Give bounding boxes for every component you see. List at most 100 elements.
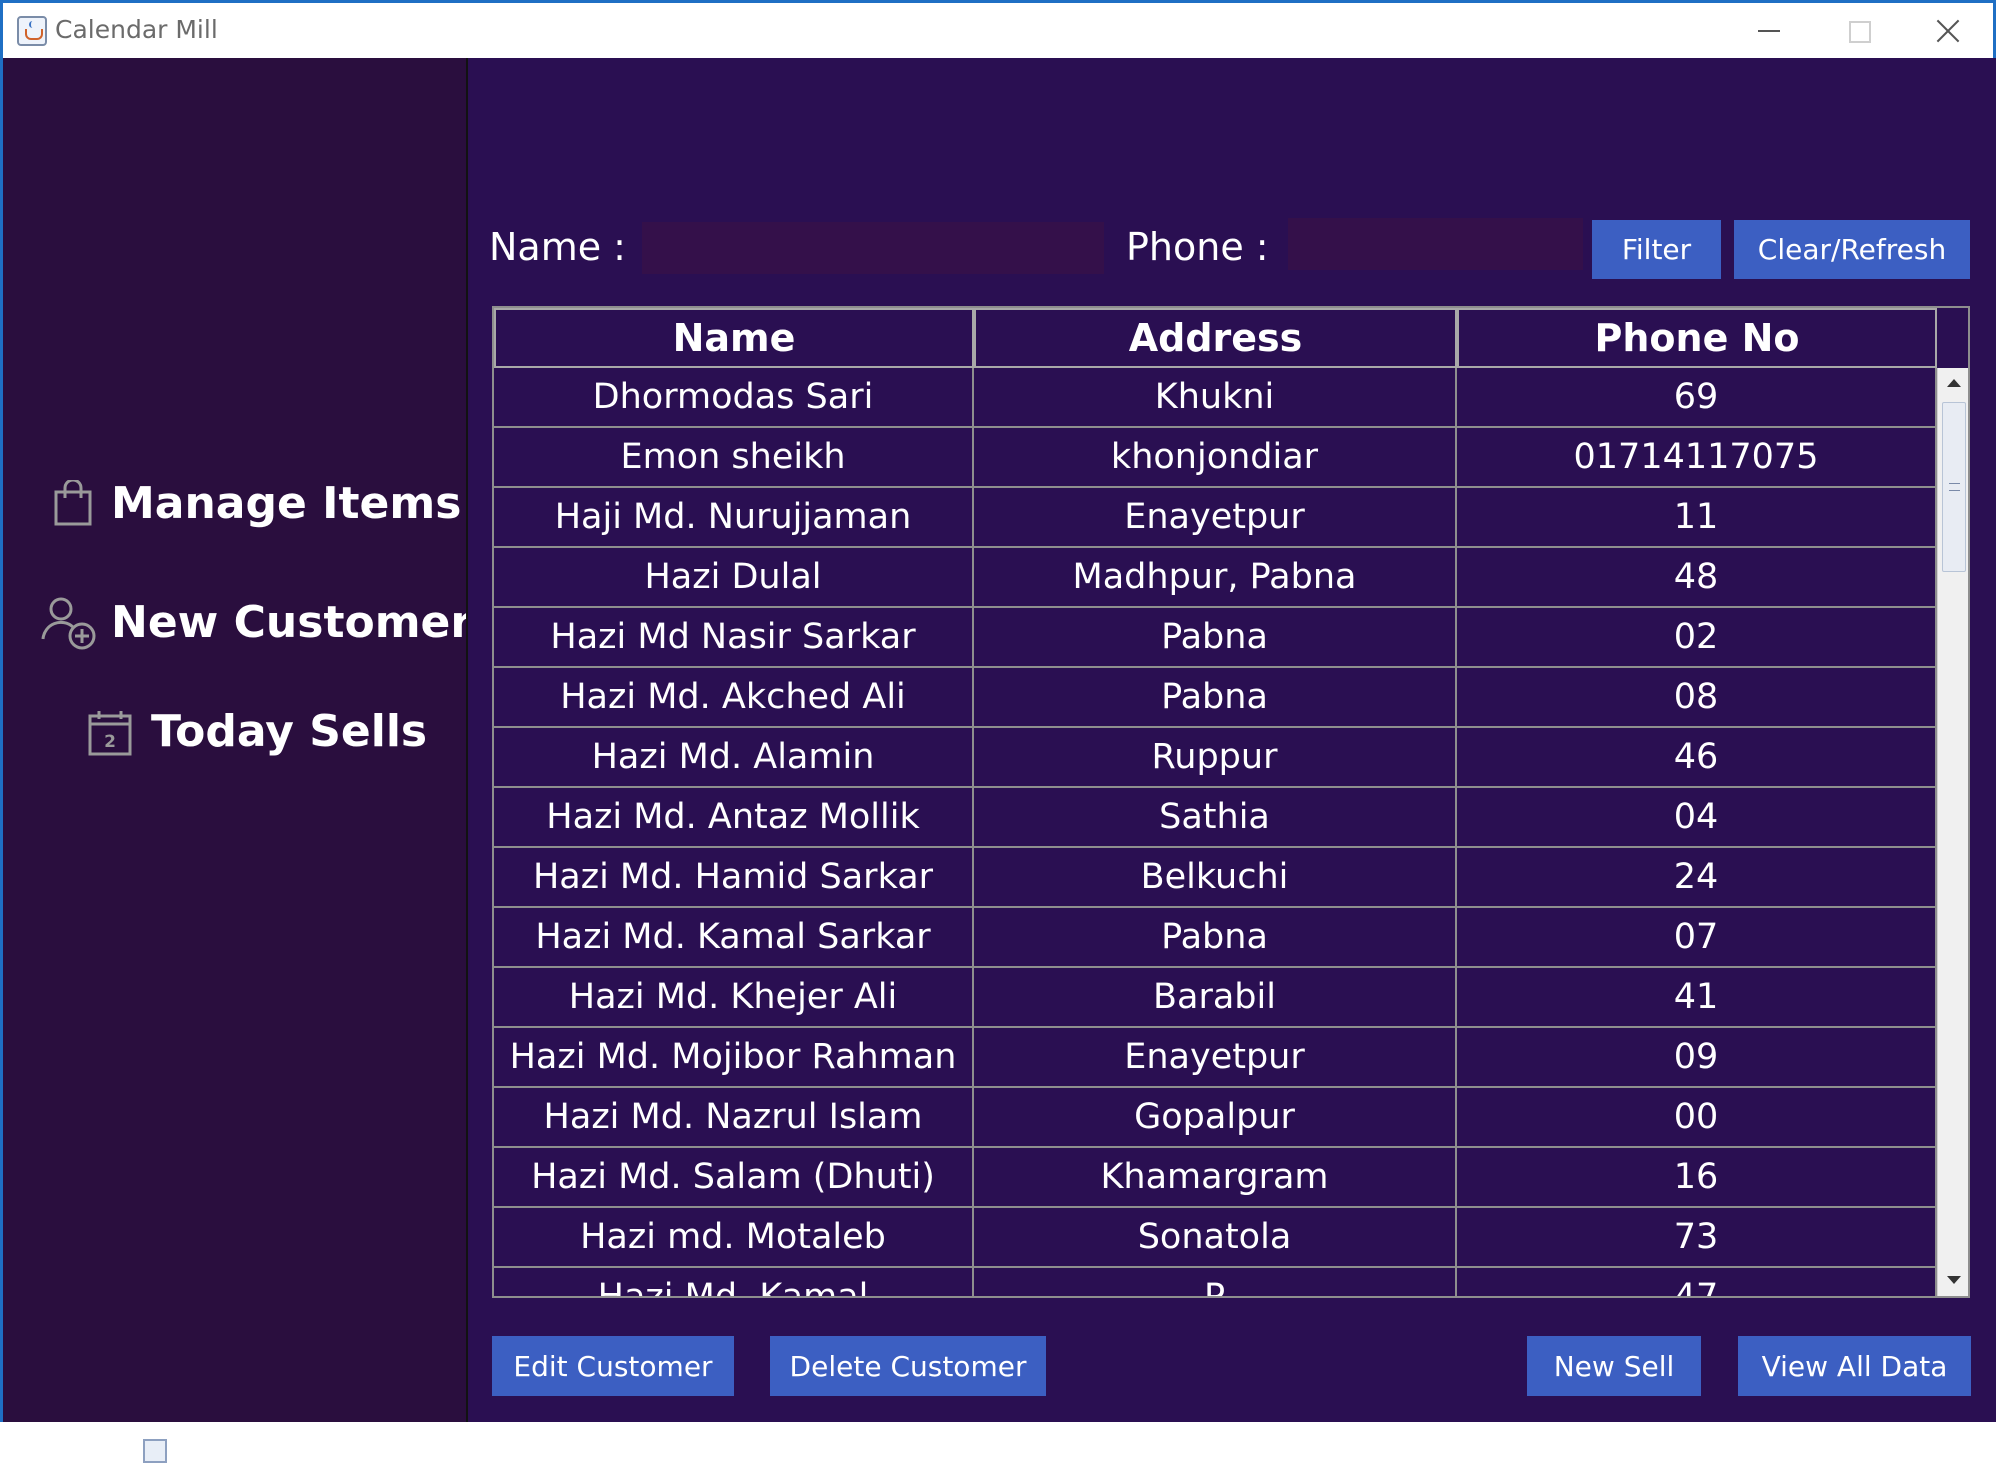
- cell-name: Hazi Md. Mojibor Rahman: [494, 1028, 974, 1088]
- cell-name: Hazi Md. Antaz Mollik: [494, 788, 974, 848]
- phone-filter-label: Phone :: [1126, 225, 1269, 269]
- cell-address: Belkuchi: [974, 848, 1457, 908]
- scroll-up-arrow-icon[interactable]: [1938, 368, 1968, 400]
- table-body: Dhormodas Sari Khukni 69 Emon sheikh khonjon…: [494, 368, 1937, 1296]
- minimize-button[interactable]: [1723, 3, 1813, 58]
- table-row[interactable]: Haji Md. Nurujjaman Enayetpur 11: [494, 488, 1937, 548]
- table-row[interactable]: Hazi Md. Hamid Sarkar Belkuchi 24: [494, 848, 1937, 908]
- cell-name: Hazi Md. Nazrul Islam: [494, 1088, 974, 1148]
- cell-address: Ruppur: [974, 728, 1457, 788]
- cell-phone: 04: [1457, 788, 1937, 848]
- cell-phone: 47: [1457, 1268, 1937, 1296]
- cell-phone: 01714117075: [1457, 428, 1937, 488]
- table-row[interactable]: Hazi Md. Nazrul Islam Gopalpur 00: [494, 1088, 1937, 1148]
- cell-address: Enayetpur: [974, 488, 1457, 548]
- table-row[interactable]: Dhormodas Sari Khukni 69: [494, 368, 1937, 428]
- cell-name: Hazi Md. Khejer Ali: [494, 968, 974, 1028]
- table-row[interactable]: Hazi Md. Mojibor Rahman Enayetpur 09: [494, 1028, 1937, 1088]
- cell-phone: 69: [1457, 368, 1937, 428]
- cell-name: Hazi Md. Akched Ali: [494, 668, 974, 728]
- name-filter-label: Name :: [489, 225, 626, 269]
- table-row[interactable]: Hazi Md Nasir Sarkar Pabna 02: [494, 608, 1937, 668]
- window-title: Calendar Mill: [55, 15, 218, 44]
- view-all-data-button[interactable]: View All Data: [1738, 1336, 1971, 1396]
- table-row[interactable]: Hazi Md. Antaz Mollik Sathia 04: [494, 788, 1937, 848]
- svg-text:2: 2: [104, 732, 116, 752]
- new-sell-button[interactable]: New Sell: [1527, 1336, 1701, 1396]
- sidebar-item-today-sells[interactable]: 2 Today Sells: [87, 706, 427, 762]
- cell-address: Pabna: [974, 608, 1457, 668]
- include-rate-label: Include Rate: [176, 1436, 345, 1467]
- edit-customer-button[interactable]: Edit Customer: [492, 1336, 734, 1396]
- table-scrollbar[interactable]: [1937, 368, 1968, 1296]
- maximize-button[interactable]: [1813, 3, 1903, 58]
- sidebar-item-new-customer[interactable]: New Customer: [41, 595, 472, 651]
- cell-name: Hazi Md. Kamal Sarkar: [494, 908, 974, 968]
- cell-phone: 48: [1457, 548, 1937, 608]
- cell-name: Hazi Md. Salam (Dhuti): [494, 1148, 974, 1208]
- column-header-phone[interactable]: Phone No: [1457, 308, 1937, 368]
- cell-phone: 07: [1457, 908, 1937, 968]
- include-rate-checkbox[interactable]: [143, 1439, 167, 1463]
- scrollbar-thumb[interactable]: [1942, 402, 1966, 572]
- sidebar-item-label: Today Sells: [151, 706, 428, 757]
- sidebar-item-manage-items[interactable]: Manage Items: [53, 478, 461, 534]
- table-row[interactable]: Hazi Md. Akched Ali Pabna 08: [494, 668, 1937, 728]
- cell-phone: 73: [1457, 1208, 1937, 1268]
- title-bar: Calendar Mill: [3, 3, 1993, 58]
- table-header: Name Address Phone No: [494, 308, 1937, 368]
- cell-name: Haji Md. Nurujjaman: [494, 488, 974, 548]
- include-rate-option[interactable]: Include Rate: [143, 1436, 345, 1470]
- cell-name: Dhormodas Sari: [494, 368, 974, 428]
- cell-phone: 09: [1457, 1028, 1937, 1088]
- cell-name: Hazi Md. Kamal: [494, 1268, 974, 1296]
- clear-refresh-button[interactable]: Clear/Refresh: [1734, 220, 1970, 279]
- table-row[interactable]: Hazi md. Motaleb Sonatola 73: [494, 1208, 1937, 1268]
- table-row[interactable]: Hazi Md. Khejer Ali Barabil 41: [494, 968, 1937, 1028]
- java-app-icon: [17, 16, 47, 46]
- column-header-address[interactable]: Address: [974, 308, 1457, 368]
- cell-address: Enayetpur: [974, 1028, 1457, 1088]
- phone-filter-input[interactable]: [1288, 218, 1583, 270]
- table-row[interactable]: Hazi Md. Kamal Sarkar Pabna 07: [494, 908, 1937, 968]
- cell-address: Pabna: [974, 908, 1457, 968]
- table-row[interactable]: Hazi Md. KamalP47: [494, 1268, 1937, 1296]
- cell-name: Hazi Dulal: [494, 548, 974, 608]
- cell-address: Pabna: [974, 668, 1457, 728]
- cell-phone: 02: [1457, 608, 1937, 668]
- cell-name: Hazi Md Nasir Sarkar: [494, 608, 974, 668]
- cell-name: Emon sheikh: [494, 428, 974, 488]
- cell-address: Sonatola: [974, 1208, 1457, 1268]
- cell-address: P: [974, 1268, 1457, 1296]
- name-filter-input[interactable]: [642, 222, 1104, 274]
- delete-customer-button[interactable]: Delete Customer: [770, 1336, 1046, 1396]
- close-button[interactable]: [1903, 3, 1993, 58]
- cell-phone: 16: [1457, 1148, 1937, 1208]
- sidebar-item-label: Manage Items: [111, 478, 462, 529]
- cell-address: Gopalpur: [974, 1088, 1457, 1148]
- table-row[interactable]: Hazi Md. Salam (Dhuti) Khamargram 16: [494, 1148, 1937, 1208]
- cell-name: Hazi Md. Hamid Sarkar: [494, 848, 974, 908]
- table-row[interactable]: Hazi Md. Alamin Ruppur 46: [494, 728, 1937, 788]
- cell-name: Hazi Md. Alamin: [494, 728, 974, 788]
- cell-name: Hazi md. Motaleb: [494, 1208, 974, 1268]
- add-user-icon: [41, 597, 96, 650]
- sidebar: Manage Items New Customer 2 Today Sells …: [3, 58, 472, 1467]
- column-header-name[interactable]: Name: [494, 308, 974, 368]
- scroll-down-arrow-icon[interactable]: [1938, 1264, 1968, 1296]
- cell-address: Madhpur, Pabna: [974, 548, 1457, 608]
- cell-address: Khukni: [974, 368, 1457, 428]
- cell-phone: 00: [1457, 1088, 1937, 1148]
- cell-phone: 24: [1457, 848, 1937, 908]
- cell-address: khonjondiar: [974, 428, 1457, 488]
- shopping-bag-icon: [54, 480, 92, 526]
- calendar-icon: 2: [88, 711, 132, 756]
- table-row[interactable]: Hazi Dulal Madhpur, Pabna 48: [494, 548, 1937, 608]
- table-row[interactable]: Emon sheikh khonjondiar 01714117075: [494, 428, 1937, 488]
- filter-button[interactable]: Filter: [1592, 220, 1721, 279]
- cell-address: Barabil: [974, 968, 1457, 1028]
- sidebar-item-label: New Customer: [111, 597, 473, 648]
- cell-phone: 11: [1457, 488, 1937, 548]
- cell-phone: 08: [1457, 668, 1937, 728]
- customer-table: Name Address Phone No Dhormodas Sari Khuk…: [492, 306, 1970, 1298]
